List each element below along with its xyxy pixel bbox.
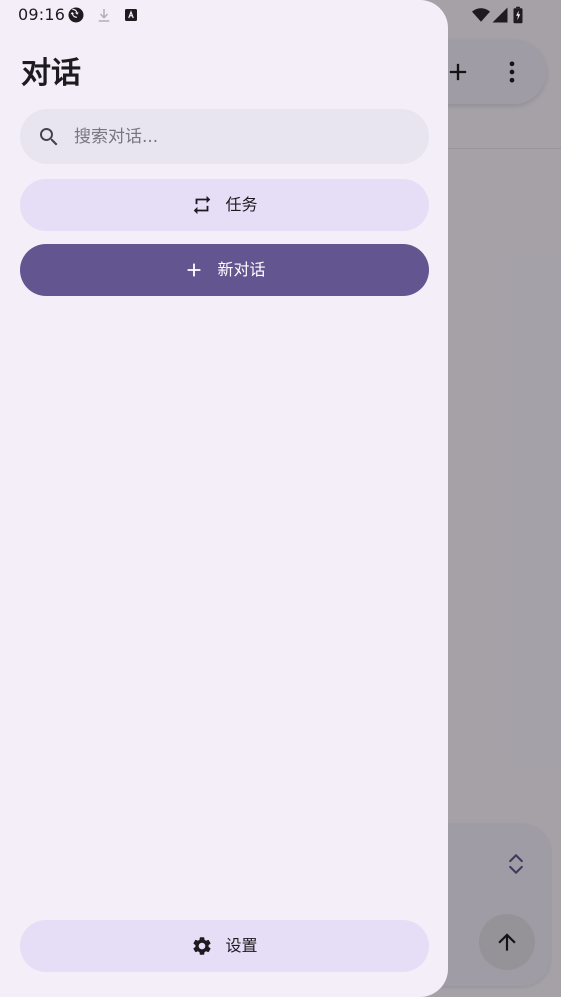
settings-button[interactable]: 设置 xyxy=(20,920,429,972)
wifi-icon xyxy=(472,8,490,22)
search-input[interactable] xyxy=(74,118,414,156)
navigation-drawer: 对话 任务 新对话 设置 xyxy=(0,0,448,997)
battery-icon xyxy=(513,6,523,24)
signal-icon xyxy=(492,7,508,23)
download-icon xyxy=(98,9,110,22)
keyboard-a-icon xyxy=(125,9,137,21)
status-bar: 09:16 xyxy=(0,0,561,32)
new-chat-button[interactable]: 新对话 xyxy=(20,244,429,296)
gear-icon xyxy=(193,937,212,955)
search-icon xyxy=(40,128,58,146)
plus-icon xyxy=(188,263,201,277)
tasks-button-label: 任务 xyxy=(225,195,258,214)
repeat-icon xyxy=(194,195,211,215)
tasks-button[interactable]: 任务 xyxy=(20,179,429,231)
status-time: 09:16 xyxy=(18,5,66,24)
sync-icon xyxy=(68,7,84,23)
new-chat-button-label: 新对话 xyxy=(217,260,266,279)
drawer-title: 对话 xyxy=(21,56,81,91)
settings-button-label: 设置 xyxy=(225,936,258,955)
